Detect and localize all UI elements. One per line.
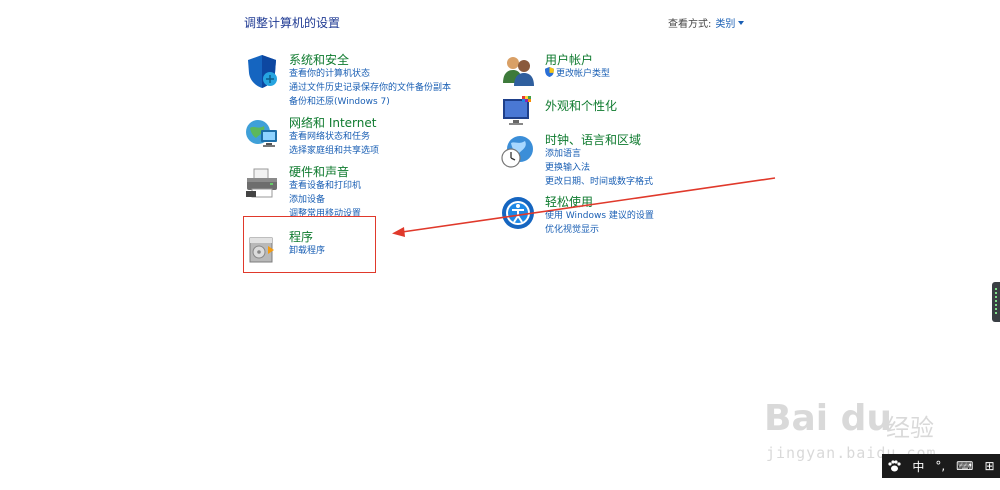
link-add-language[interactable]: 添加语言 bbox=[545, 147, 765, 161]
network-globe-icon bbox=[246, 120, 277, 147]
appearance-monitor-icon bbox=[503, 96, 531, 125]
annotation-highlight-box bbox=[243, 216, 376, 273]
watermark-brand-cn: 经验 bbox=[886, 414, 934, 442]
view-by-label: 查看方式: bbox=[668, 19, 712, 30]
link-file-history[interactable]: 通过文件历史记录保存你的文件备份副本 bbox=[289, 81, 509, 95]
ime-keyboard-icon[interactable]: ⌨ bbox=[956, 459, 973, 473]
category-title[interactable]: 时钟、语言和区域 bbox=[545, 133, 765, 147]
category-title[interactable]: 硬件和声音 bbox=[289, 165, 509, 179]
link-change-input-method[interactable]: 更换输入法 bbox=[545, 161, 765, 175]
link-optimize-visual-display[interactable]: 优化视觉显示 bbox=[545, 223, 765, 237]
ime-paw-icon[interactable] bbox=[887, 460, 902, 472]
watermark-brand: Bai du bbox=[764, 398, 893, 439]
link-windows-recommended-settings[interactable]: 使用 Windows 建议的设置 bbox=[545, 209, 765, 223]
category-title[interactable]: 外观和个性化 bbox=[545, 99, 765, 113]
link-homegroup[interactable]: 选择家庭组和共享选项 bbox=[289, 144, 509, 158]
view-by-dropdown[interactable]: 类别 bbox=[715, 15, 745, 30]
ease-of-access-icon bbox=[502, 197, 534, 229]
side-widget-handle[interactable] bbox=[992, 282, 1000, 322]
link-change-account-type[interactable]: 更改帐户类型 bbox=[545, 67, 765, 81]
printer-icon bbox=[246, 168, 277, 198]
users-icon bbox=[503, 57, 534, 86]
ime-menu-icon[interactable]: ⊞ bbox=[984, 459, 994, 473]
link-network-status[interactable]: 查看网络状态和任务 bbox=[289, 130, 509, 144]
link-backup-restore[interactable]: 备份和还原(Windows 7) bbox=[289, 95, 509, 109]
view-by: 查看方式: 类别 bbox=[668, 15, 745, 30]
page-title: 调整计算机的设置 bbox=[244, 16, 341, 30]
chevron-down-icon bbox=[738, 20, 745, 25]
category-title[interactable]: 用户帐户 bbox=[545, 53, 765, 67]
view-by-value: 类别 bbox=[715, 19, 736, 30]
clock-globe-icon bbox=[501, 136, 533, 168]
link-add-device[interactable]: 添加设备 bbox=[289, 193, 509, 207]
link-check-computer-status[interactable]: 查看你的计算机状态 bbox=[289, 67, 509, 81]
ime-toolbar: 中 °, ⌨ ⊞ bbox=[882, 454, 1000, 478]
category-title[interactable]: 系统和安全 bbox=[289, 53, 509, 67]
category-title[interactable]: 轻松使用 bbox=[545, 195, 765, 209]
ime-chinese-mode[interactable]: 中 bbox=[912, 458, 924, 475]
uac-shield-icon bbox=[545, 67, 554, 77]
category-title[interactable]: 网络和 Internet bbox=[289, 116, 509, 130]
ime-punctuation-toggle[interactable]: °, bbox=[935, 459, 945, 473]
link-change-date-time-format[interactable]: 更改日期、时间或数字格式 bbox=[545, 175, 765, 189]
link-devices-printers[interactable]: 查看设备和打印机 bbox=[289, 179, 509, 193]
shield-icon bbox=[248, 55, 277, 88]
